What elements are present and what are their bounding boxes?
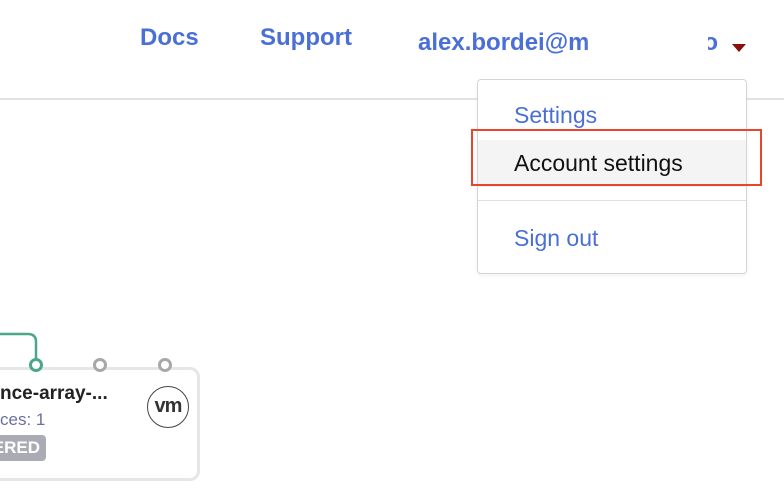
user-name-fragment: o bbox=[708, 29, 718, 56]
app-root: Docs Support alex.bordei@m o Settings Ac… bbox=[0, 0, 784, 500]
node-port[interactable] bbox=[158, 358, 172, 372]
user-menu-toggle[interactable]: alex.bordei@m bbox=[418, 29, 594, 57]
node-port-connected[interactable] bbox=[29, 358, 43, 372]
node-subtitle: ces: 1 bbox=[0, 410, 46, 429]
docs-link[interactable]: Docs bbox=[140, 24, 199, 52]
user-dropdown-menu: Settings Account settings Sign out bbox=[477, 79, 747, 274]
support-link[interactable]: Support bbox=[260, 24, 352, 52]
node-status-badge: ERED bbox=[0, 435, 46, 461]
menu-item-settings[interactable]: Settings bbox=[478, 102, 746, 129]
menu-item-sign-out[interactable]: Sign out bbox=[478, 225, 746, 252]
node-title: nce-array-... bbox=[0, 383, 108, 404]
vmware-logo-icon: vm bbox=[147, 386, 189, 428]
caret-down-icon[interactable] bbox=[732, 44, 746, 52]
node-port[interactable] bbox=[93, 358, 107, 372]
menu-divider bbox=[478, 200, 746, 201]
user-name-fade bbox=[586, 24, 706, 60]
menu-item-account-settings[interactable]: Account settings bbox=[478, 140, 746, 187]
